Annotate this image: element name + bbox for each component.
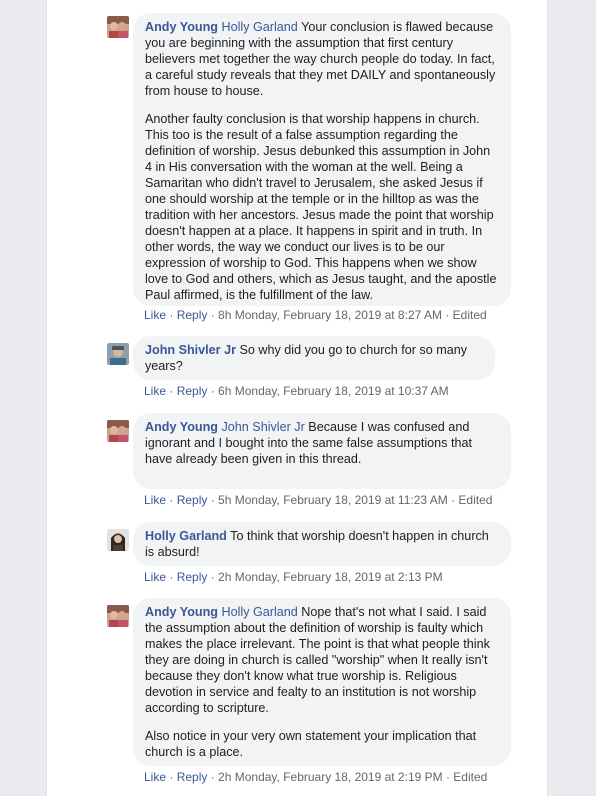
comment-actions: Like · Reply · 2h Monday, February 18, 2…	[144, 570, 443, 584]
comment-text: Andy Young John Shivler Jr Because I was…	[145, 419, 499, 467]
edited-label[interactable]: Edited	[453, 308, 487, 322]
reply-link[interactable]: Reply	[177, 770, 208, 784]
comment-timestamp[interactable]: 2h Monday, February 18, 2019 at 2:13 PM	[218, 570, 443, 584]
avatar[interactable]	[107, 16, 129, 38]
comment-actions: Like · Reply · 2h Monday, February 18, 2…	[144, 770, 488, 784]
comment-author[interactable]: Andy Young	[145, 420, 218, 434]
comment-author[interactable]: Holly Garland	[145, 529, 227, 543]
comment-bubble: Holly Garland To think that worship does…	[133, 522, 511, 566]
avatar[interactable]	[107, 420, 129, 442]
comment-author[interactable]: John Shivler Jr	[145, 343, 236, 357]
like-link[interactable]: Like	[144, 570, 166, 584]
reply-link[interactable]: Reply	[177, 384, 208, 398]
comment-text: John Shivler Jr So why did you go to chu…	[145, 342, 483, 374]
like-link[interactable]: Like	[144, 384, 166, 398]
comment-timestamp[interactable]: 5h Monday, February 18, 2019 at 11:23 AM	[218, 493, 448, 507]
comment-text: Andy Young Holly Garland Nope that's not…	[145, 604, 499, 716]
like-link[interactable]: Like	[144, 493, 166, 507]
reply-link[interactable]: Reply	[177, 308, 208, 322]
comment-author[interactable]: Andy Young	[145, 605, 218, 619]
comment-bubble: Andy Young Holly Garland Your conclusion…	[133, 13, 511, 306]
comment-mention[interactable]: John Shivler Jr	[222, 420, 305, 434]
comment-text: Andy Young Holly Garland Your conclusion…	[145, 19, 499, 99]
comment-actions: Like · Reply · 8h Monday, February 18, 2…	[144, 308, 487, 322]
avatar[interactable]	[107, 529, 129, 551]
comment-body: Nope that's not what I said. I said the …	[145, 605, 490, 715]
comment-actions: Like · Reply · 5h Monday, February 18, 2…	[144, 493, 493, 507]
reply-link[interactable]: Reply	[177, 493, 208, 507]
comment-timestamp[interactable]: 6h Monday, February 18, 2019 at 10:37 AM	[218, 384, 449, 398]
comment-text: Holly Garland To think that worship does…	[145, 528, 499, 560]
avatar[interactable]	[107, 343, 129, 365]
comment-timestamp[interactable]: 2h Monday, February 18, 2019 at 2:19 PM	[218, 770, 443, 784]
comment-paragraph: Also notice in your very own statement y…	[145, 729, 477, 759]
comment-actions: Like · Reply · 6h Monday, February 18, 2…	[144, 384, 449, 398]
edited-label[interactable]: Edited	[458, 493, 492, 507]
comment-mention[interactable]: Holly Garland	[222, 20, 298, 34]
like-link[interactable]: Like	[144, 770, 166, 784]
comment-bubble: Andy Young Holly Garland Nope that's not…	[133, 598, 511, 766]
avatar[interactable]	[107, 605, 129, 627]
edited-label[interactable]: Edited	[453, 770, 487, 784]
like-link[interactable]: Like	[144, 308, 166, 322]
comment-bubble: Andy Young John Shivler Jr Because I was…	[133, 413, 511, 489]
comment-bubble: John Shivler Jr So why did you go to chu…	[133, 336, 495, 380]
comment-author[interactable]: Andy Young	[145, 20, 218, 34]
comment-mention[interactable]: Holly Garland	[222, 605, 298, 619]
comment-paragraph: Another faulty conclusion is that worshi…	[145, 112, 497, 302]
comment-timestamp[interactable]: 8h Monday, February 18, 2019 at 8:27 AM	[218, 308, 442, 322]
reply-link[interactable]: Reply	[177, 570, 208, 584]
